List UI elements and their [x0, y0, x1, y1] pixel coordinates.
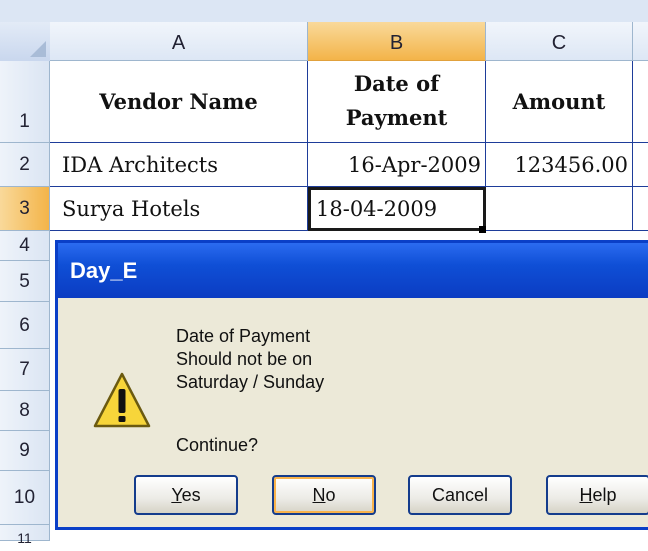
yes-button[interactable]: Yes [134, 475, 238, 515]
cell-d2[interactable] [633, 143, 648, 187]
cell-b3-active[interactable]: 18-04-2009 [308, 187, 486, 231]
dialog-message: Date of Payment Should not be on Saturda… [176, 325, 324, 394]
warning-icon [92, 371, 152, 436]
row-header-9[interactable]: 9 [0, 431, 50, 471]
row-header-7[interactable]: 7 [0, 349, 50, 391]
dialog-prompt: Continue? [176, 435, 259, 455]
dialog-title[interactable]: Day_E [58, 243, 648, 298]
cell-b2[interactable]: 16-Apr-2009 [308, 143, 486, 187]
row-header-1[interactable]: 1 [0, 61, 50, 143]
column-header-b[interactable]: B [308, 22, 486, 61]
cell-d1[interactable] [633, 61, 648, 143]
fill-handle[interactable] [479, 226, 486, 233]
row-header-5[interactable]: 5 [0, 261, 50, 302]
row-header-2[interactable]: 2 [0, 143, 50, 187]
cell-b1[interactable]: Date of Payment [308, 61, 486, 143]
cell-d3[interactable] [633, 187, 648, 231]
column-header-c[interactable]: C [486, 22, 633, 61]
cell-a1[interactable]: Vendor Name [50, 61, 308, 143]
cancel-button[interactable]: Cancel [408, 475, 512, 515]
column-header-d[interactable] [633, 22, 648, 61]
cell-a2[interactable]: IDA Architects [50, 143, 308, 187]
cell-a3[interactable]: Surya Hotels [50, 187, 308, 231]
row-header-10[interactable]: 10 [0, 471, 50, 525]
ribbon-edge [0, 0, 648, 23]
column-header-a[interactable]: A [50, 22, 308, 61]
row-header-8[interactable]: 8 [0, 391, 50, 431]
dialog-message-line3: Saturday / Sunday [176, 372, 325, 392]
cell-c1[interactable]: Amount [486, 61, 633, 143]
row-header-4[interactable]: 4 [0, 231, 50, 261]
dialog-message-line1: Date of Payment [176, 326, 311, 346]
row-header-11[interactable]: 11 [0, 525, 50, 546]
dialog-message-line2: Should not be on [176, 349, 313, 369]
cell-b1-line2: Payment [345, 105, 448, 130]
message-dialog: Day_E Date of Payment Should not be on S… [55, 240, 648, 530]
select-all-corner[interactable] [0, 22, 51, 62]
row-header-6[interactable]: 6 [0, 302, 50, 349]
cell-b1-line1: Date of [353, 71, 440, 96]
no-button[interactable]: No [272, 475, 376, 515]
cell-c3[interactable] [486, 187, 633, 231]
row-header-3[interactable]: 3 [0, 187, 50, 231]
cell-c2[interactable]: 123456.00 [486, 143, 633, 187]
help-button[interactable]: Help [546, 475, 648, 515]
